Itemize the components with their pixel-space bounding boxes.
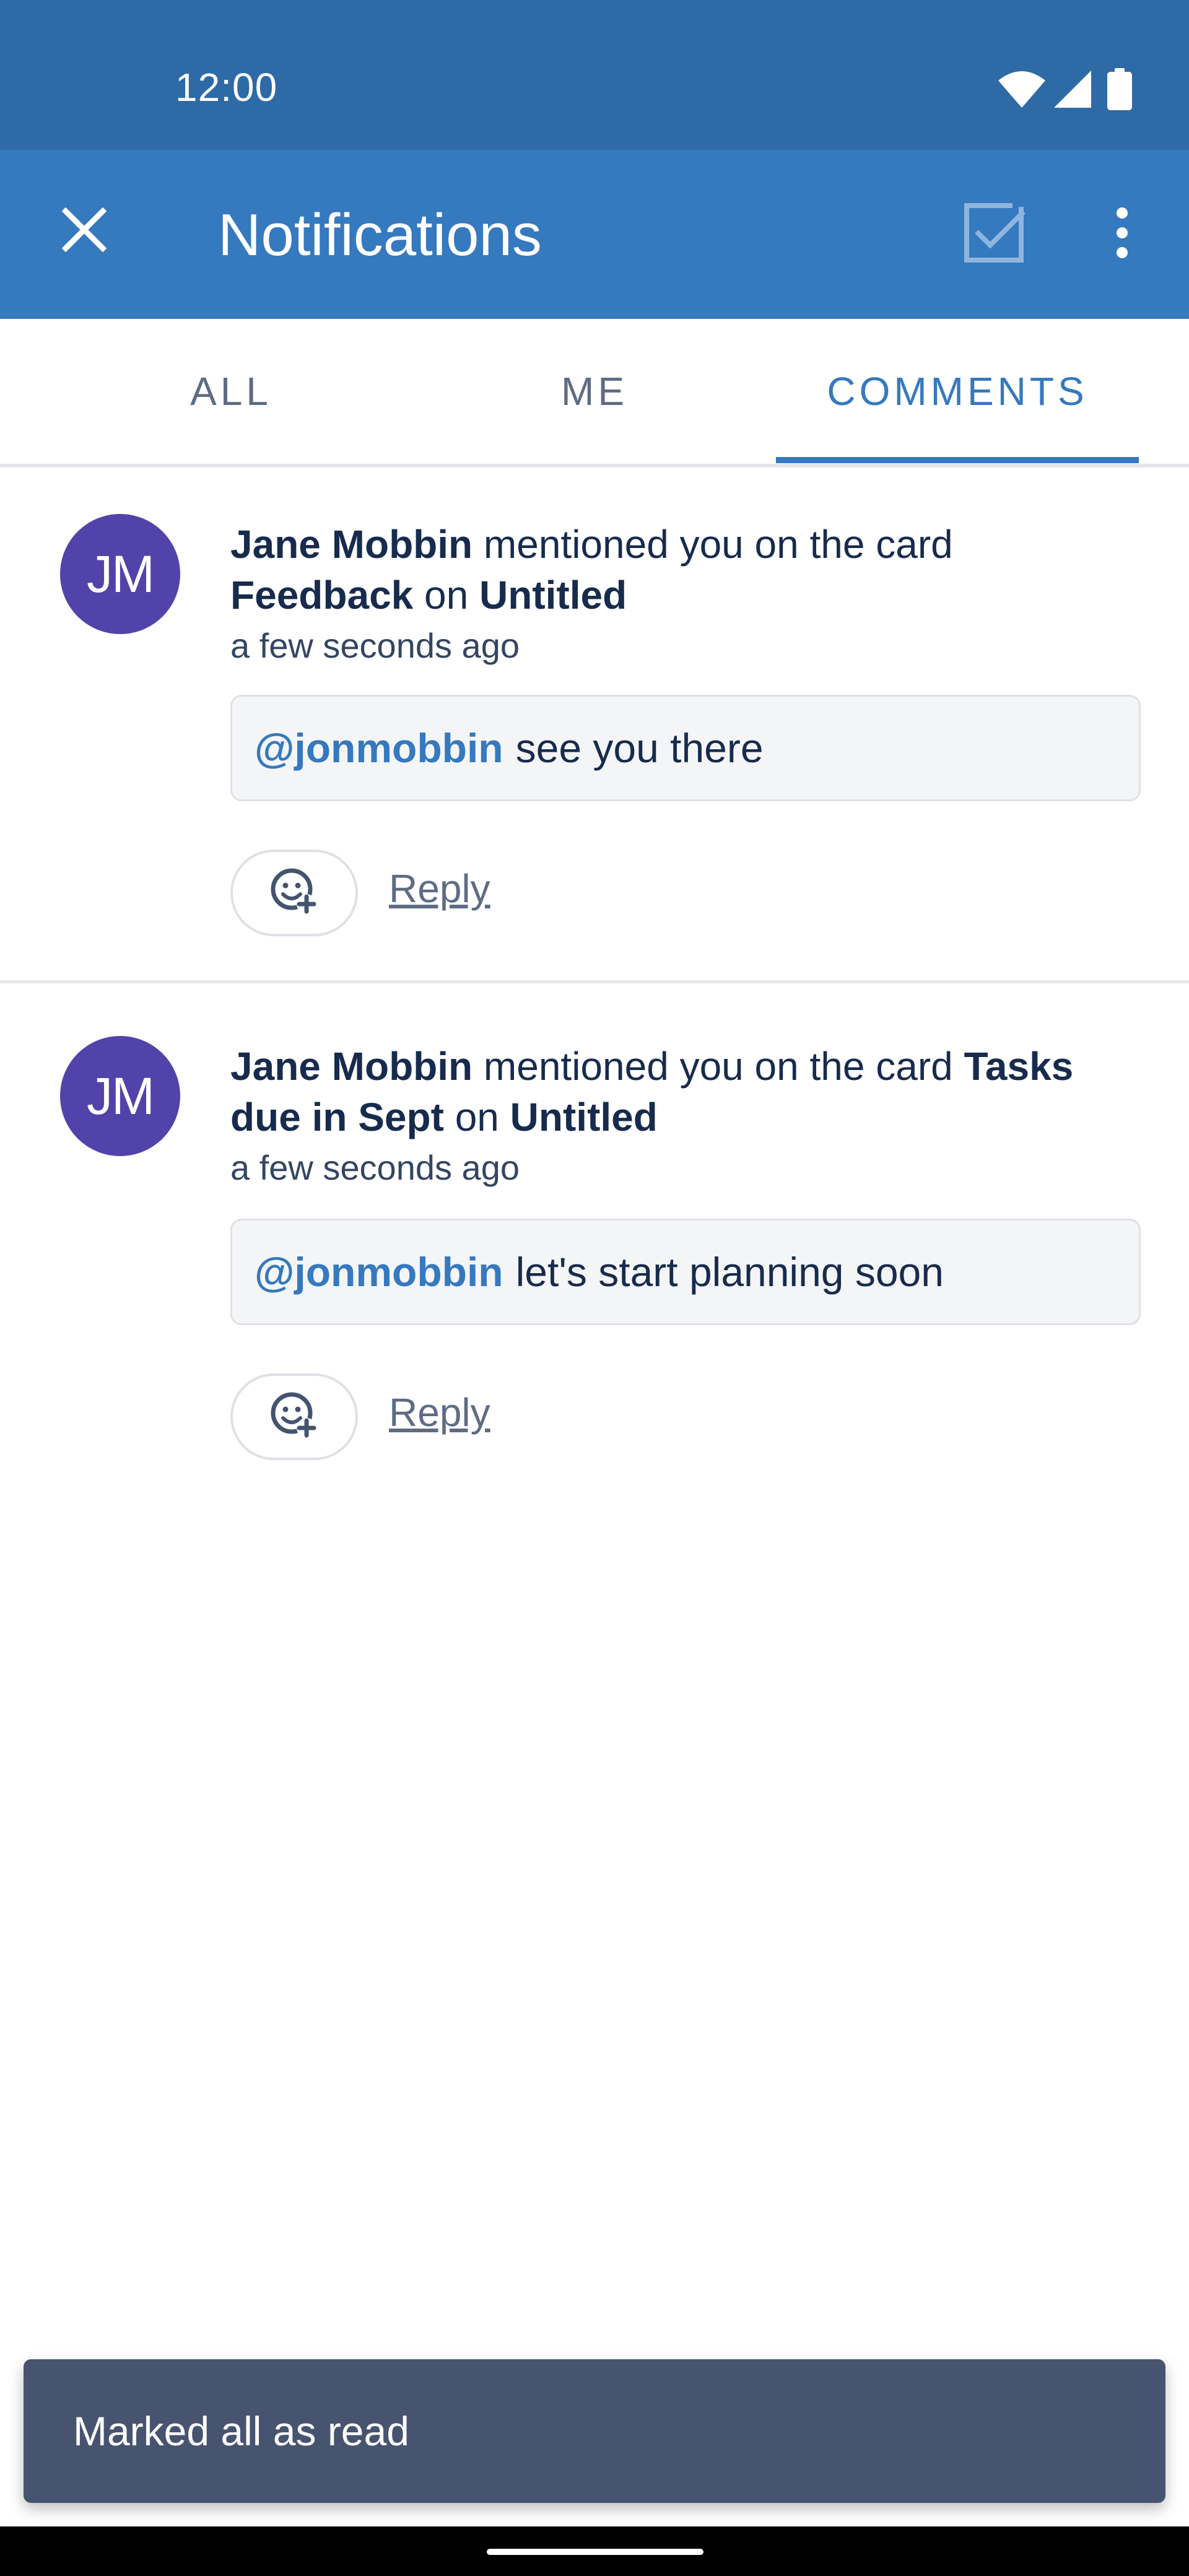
card-name: Feedback — [230, 573, 414, 617]
close-button[interactable] — [47, 194, 121, 268]
tab-indicator — [776, 457, 1139, 463]
notification-item[interactable]: JM Jane Mobbin mentioned you on the card… — [0, 477, 1189, 983]
notification-message: Jane Mobbin mentioned you on the card Ta… — [230, 1041, 1147, 1142]
add-reaction-icon — [268, 1390, 320, 1445]
comment-box[interactable]: @jonmobbin let's start planning soon — [230, 1219, 1141, 1325]
tab-bar: ALL ME COMMENTS — [0, 319, 1189, 468]
author-name: Jane Mobbin — [230, 1044, 473, 1089]
wifi-icon — [997, 69, 1047, 109]
more-options-button[interactable] — [1085, 197, 1159, 271]
avatar[interactable]: JM — [60, 514, 180, 634]
timestamp: a few seconds ago — [230, 626, 520, 665]
battery-icon — [1107, 68, 1132, 110]
mark-all-read-button[interactable] — [957, 197, 1031, 271]
on-text: on — [424, 573, 469, 617]
reply-link[interactable]: Reply — [389, 866, 490, 912]
tab-me[interactable]: ME — [359, 319, 830, 464]
board-name: Untitled — [479, 573, 627, 617]
on-text: on — [455, 1095, 499, 1139]
checkbox-icon — [962, 201, 1026, 268]
snackbar: Marked all as read — [24, 2359, 1165, 2503]
status-bar: 12:00 — [0, 0, 1189, 150]
tab-comments[interactable]: COMMENTS — [776, 319, 1139, 464]
author-name: Jane Mobbin — [230, 522, 473, 567]
notification-message: Jane Mobbin mentioned you on the card Fe… — [230, 519, 1147, 620]
avatar[interactable]: JM — [60, 1036, 180, 1156]
action-text: mentioned you on the card — [483, 522, 953, 567]
status-time: 12:00 — [175, 65, 278, 110]
home-gesture-handle[interactable] — [487, 2549, 703, 2555]
status-icons — [997, 67, 1132, 111]
add-reaction-button[interactable] — [230, 1373, 358, 1460]
comment-text: let's start planning soon — [515, 1249, 944, 1295]
notification-item[interactable]: JM Jane Mobbin mentioned you on the card… — [0, 986, 1189, 1482]
reply-link[interactable]: Reply — [389, 1390, 490, 1435]
snackbar-message: Marked all as read — [73, 2408, 409, 2454]
signal-icon — [1053, 69, 1092, 109]
more-vert-icon — [1115, 207, 1130, 262]
mention[interactable]: @jonmobbin — [255, 1248, 503, 1295]
comment-text: see you there — [515, 725, 764, 771]
close-icon — [61, 207, 107, 255]
page-title: Notifications — [218, 202, 542, 268]
add-reaction-button[interactable] — [230, 850, 358, 936]
add-reaction-icon — [268, 866, 320, 921]
timestamp: a few seconds ago — [230, 1148, 520, 1187]
mention[interactable]: @jonmobbin — [255, 724, 503, 772]
action-text: mentioned you on the card — [483, 1044, 953, 1089]
comment-box[interactable]: @jonmobbin see you there — [230, 695, 1141, 801]
board-name: Untitled — [510, 1095, 658, 1139]
